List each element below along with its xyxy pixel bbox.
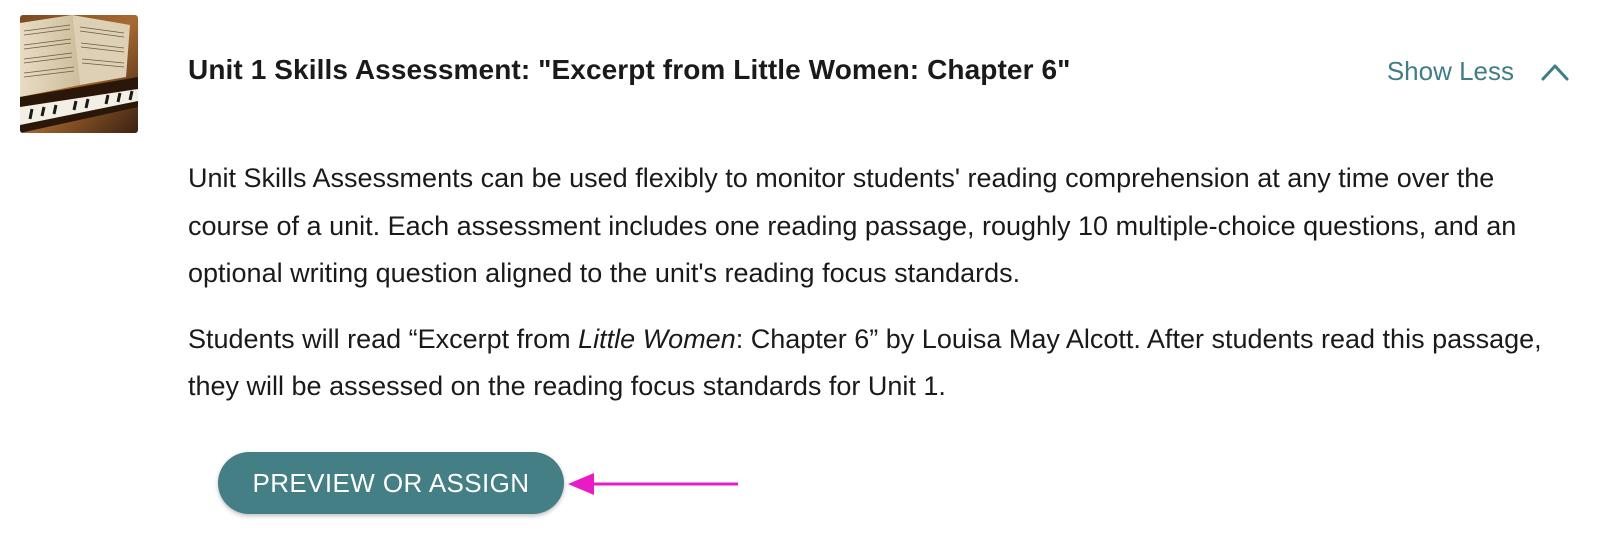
description-paragraph: Unit Skills Assessments can be used flex… — [188, 163, 1517, 288]
assessment-card: Unit 1 Skills Assessment: "Excerpt from … — [0, 0, 1600, 537]
arrow-left-icon — [568, 473, 738, 495]
description-text: Students will read “Excerpt from — [188, 323, 579, 354]
show-less-label[interactable]: Show Less — [1387, 56, 1514, 87]
chevron-up-icon[interactable] — [1540, 61, 1570, 83]
assessment-title: Unit 1 Skills Assessment: "Excerpt from … — [188, 54, 1071, 85]
sheet-music-piano-icon — [20, 15, 138, 133]
assessment-description: Unit Skills Assessments can be used flex… — [188, 155, 1568, 429]
book-title-italic: Little Women — [578, 323, 736, 354]
show-less-toggle[interactable]: Show Less — [1387, 56, 1570, 87]
thumbnail-image — [20, 15, 138, 133]
description-paragraph: Students will read “Excerpt from Little … — [188, 316, 1568, 411]
preview-or-assign-button[interactable]: PREVIEW OR ASSIGN — [218, 452, 564, 514]
